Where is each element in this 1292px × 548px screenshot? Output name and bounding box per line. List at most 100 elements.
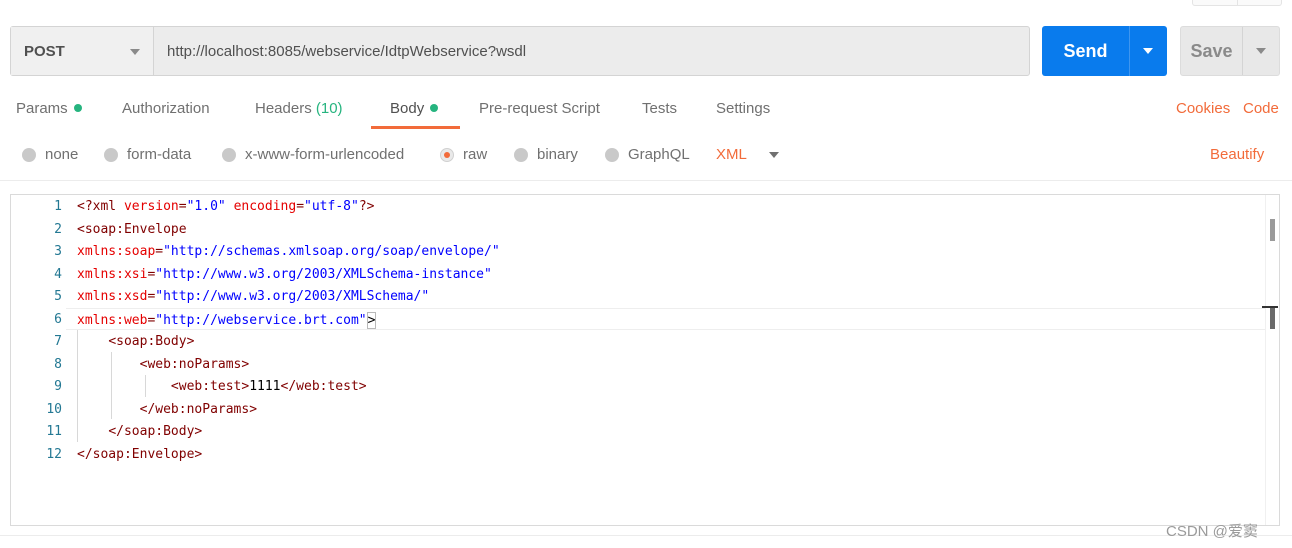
code-token: web:noParams (147, 356, 242, 372)
format-select-value: XML (716, 146, 747, 163)
code-editor[interactable]: 1 2 3 4 5 6 7 8 9 10 11 12 <?xml version="1.0" enco… (10, 194, 1280, 526)
status-dot-icon (430, 104, 439, 112)
send-options-dropdown[interactable] (1129, 26, 1167, 76)
line-number: 1 (54, 199, 62, 214)
code-line: </soap:Body> (77, 424, 202, 439)
code-token: < (77, 221, 85, 237)
code-token: > (241, 356, 250, 372)
line-number: 9 (54, 379, 62, 394)
body-option-none[interactable]: none (22, 146, 78, 163)
code-token: xmlns:xsi (77, 266, 148, 282)
code-line: <soap:Envelope (77, 222, 187, 237)
code-line: <web:test>1111</web:test> (77, 379, 367, 394)
tab-headers[interactable]: Headers (10) (255, 100, 343, 117)
url-input[interactable]: http://localhost:8085/webservice/IdtpWeb… (154, 27, 1029, 75)
cookies-link[interactable]: Cookies (1176, 100, 1230, 117)
code-line: </web:noParams> (77, 402, 257, 417)
code-token: soap:Body (123, 424, 195, 439)
status-dot-icon (73, 104, 82, 112)
scrollbar-cursor-marker (1270, 307, 1275, 329)
radio-icon (514, 147, 528, 162)
code-token: < (170, 379, 179, 394)
code-token: soap:Body (116, 334, 187, 349)
line-number: 12 (46, 446, 62, 462)
body-option-urlencoded[interactable]: x-www-form-urlencoded (222, 146, 404, 163)
send-button[interactable]: Send (1042, 26, 1167, 76)
code-token: </ (108, 424, 124, 439)
editor-scrollbar[interactable] (1262, 195, 1279, 525)
code-token: > (358, 379, 367, 394)
tab-body[interactable]: Body (390, 100, 439, 117)
window-corner-controls (1192, 0, 1282, 6)
code-line: <?xml version="1.0" encoding="utf-8"?> (77, 199, 374, 214)
code-token: > (194, 424, 203, 439)
code-link[interactable]: Code (1243, 100, 1279, 117)
code-token: xmlns:soap (77, 244, 156, 259)
code-token: "http://www.w3.org/2003/XMLSchema/" (155, 289, 430, 304)
save-options-dropdown[interactable] (1242, 27, 1279, 75)
tab-pre-request-script[interactable]: Pre-request Script (479, 100, 600, 117)
code-token: web:test (296, 379, 359, 394)
code-token: "http://webservice.brt.com" (155, 312, 367, 328)
tab-params-label: Params (16, 100, 68, 117)
option-label: binary (537, 146, 578, 163)
code-token: </ (280, 379, 297, 394)
code-line: xmlns:xsi="http://www.w3.org/2003/XMLSch… (77, 267, 492, 282)
scrollbar-position-marker (1262, 306, 1278, 308)
code-token: > (194, 446, 203, 462)
code-line: xmlns:web="http://webservice.brt.com"> (77, 311, 377, 329)
body-option-graphql[interactable]: GraphQL (605, 146, 690, 163)
code-token: </ (139, 401, 156, 417)
code-token: ?> (358, 199, 375, 214)
code-token: xmlns:web (77, 312, 148, 328)
tab-authorization[interactable]: Authorization (122, 100, 210, 117)
headers-count-badge: (10) (315, 100, 343, 117)
method-select[interactable]: POST (11, 27, 154, 75)
code-token: "1.0" (186, 199, 226, 214)
code-token: "utf-8" (304, 199, 359, 214)
tab-headers-label: Headers (255, 100, 312, 117)
save-button[interactable]: Save (1180, 26, 1280, 76)
scrollbar-thumb[interactable] (1270, 219, 1275, 241)
line-number: 8 (54, 356, 62, 372)
code-token: </ (77, 446, 93, 462)
tab-settings[interactable]: Settings (716, 100, 770, 117)
code-token: = (296, 199, 305, 214)
body-option-raw[interactable]: raw (440, 146, 487, 163)
code-line: xmlns:soap="http://schemas.xmlsoap.org/s… (77, 244, 500, 259)
body-option-binary[interactable]: binary (514, 146, 578, 163)
code-line: </soap:Envelope> (77, 447, 202, 462)
chevron-down-icon (1143, 48, 1153, 54)
chevron-down-icon (768, 151, 779, 158)
tab-params[interactable]: Params (16, 100, 82, 117)
radio-icon (222, 147, 236, 162)
code-token: web:test (178, 379, 242, 394)
code-line: <soap:Body> (77, 334, 194, 349)
active-tab-indicator (371, 126, 460, 129)
option-label: form-data (127, 146, 192, 163)
radio-checked-icon (440, 147, 454, 162)
send-button-label: Send (1063, 40, 1108, 61)
body-option-form-data[interactable]: form-data (104, 146, 191, 163)
tab-tests[interactable]: Tests (642, 100, 677, 117)
line-number: 10 (46, 401, 62, 417)
radio-icon (22, 147, 36, 162)
tab-authorization-label: Authorization (122, 100, 210, 117)
code-token: soap:Envelope (92, 446, 195, 462)
option-label: GraphQL (628, 146, 690, 163)
request-bar: POST http://localhost:8085/webservice/Id… (10, 26, 1030, 76)
line-number: 5 (54, 289, 62, 304)
format-select[interactable]: XML (716, 146, 779, 163)
method-label: POST (24, 42, 65, 60)
beautify-link[interactable]: Beautify (1210, 146, 1264, 163)
watermark-text: CSDN @爱窦 (1166, 523, 1258, 540)
line-number: 11 (46, 424, 62, 439)
code-token: 1111 (249, 379, 281, 394)
line-number: 2 (54, 221, 62, 237)
code-token: > (366, 311, 377, 329)
option-label: x-www-form-urlencoded (245, 146, 405, 163)
divider (0, 180, 1292, 181)
code-token: <?xml (77, 199, 117, 214)
code-token: "http://schemas.xmlsoap.org/soap/envelop… (163, 244, 500, 259)
